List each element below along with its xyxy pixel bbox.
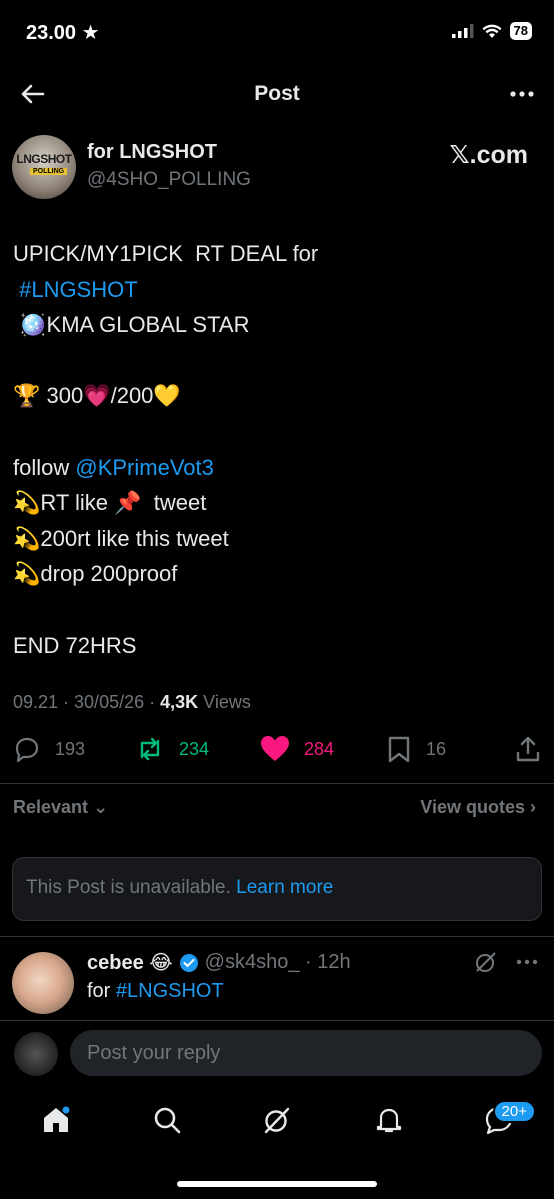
post-text: UPICK/MY1PICK RT DEAL for #LNGSHOT 🪩KMA … <box>13 236 318 663</box>
mention-link[interactable]: @KPrimeVot3 <box>75 455 214 480</box>
grok-icon[interactable] <box>262 1105 292 1135</box>
views-label: Views <box>198 692 251 712</box>
views-count: 4,3K <box>160 692 199 712</box>
view-quotes-label: View quotes <box>420 797 525 817</box>
post-actions: 193 234 284 16 <box>13 735 541 765</box>
author-avatar[interactable]: LNGSHOT POLLING <box>12 135 76 199</box>
post-meta: 09.21 · 30/05/26 · 4,3K Views <box>13 692 251 713</box>
share-button[interactable] <box>515 735 541 763</box>
share-icon <box>516 736 540 762</box>
grok-icon[interactable] <box>474 950 498 974</box>
reply-author-name[interactable]: cebee 😂 <box>87 950 173 975</box>
star-icon: ★ <box>81 22 100 44</box>
author-handle[interactable]: @4SHO_POLLING <box>87 169 251 191</box>
unavailable-text: This Post is unavailable. <box>26 877 237 898</box>
post-line: 💫200rt like this tweet <box>13 525 229 551</box>
reply-input-placeholder: Post your reply <box>87 1042 221 1064</box>
post-line: END 72HRS <box>13 632 137 658</box>
reply-text: for #LNGSHOT <box>87 980 224 1002</box>
post-line: UPICK/MY1PICK RT DEAL for <box>13 241 319 266</box>
battery-indicator: 78 <box>509 22 532 40</box>
post-line: 💫RT like 📌 tweet <box>13 490 207 516</box>
notifications-bell-icon[interactable] <box>374 1105 404 1135</box>
chevron-down-icon: ⌄ <box>93 797 109 817</box>
home-indicator <box>177 1181 377 1187</box>
post-line: 💫drop 200proof <box>13 561 178 587</box>
reply-tools <box>474 950 538 974</box>
hashtag-link[interactable]: #LNGSHOT <box>19 277 138 302</box>
reply-input[interactable]: Post your reply <box>70 1030 542 1076</box>
sort-dropdown[interactable]: Relevant ⌄ <box>13 797 108 818</box>
more-options-icon[interactable] <box>516 959 538 965</box>
bookmark-button[interactable]: 16 <box>386 735 446 763</box>
reply-handle-time: @sk4sho_ · 12h <box>204 951 351 973</box>
repost-icon <box>140 737 160 761</box>
source-label[interactable]: 𝕏.com <box>450 140 529 170</box>
like-count: 284 <box>304 738 335 759</box>
avatar-logo-text: LNGSHOT <box>16 152 72 166</box>
reply-header: cebee 😂 @sk4sho_ · 12h <box>87 950 351 975</box>
reply-icon <box>15 737 39 763</box>
reply-count: 193 <box>55 738 86 759</box>
avatar-logo-sub: POLLING <box>30 168 68 175</box>
user-avatar[interactable] <box>14 1032 58 1076</box>
bookmark-count: 16 <box>426 738 447 759</box>
repost-button[interactable]: 234 <box>135 735 209 763</box>
signal-icon <box>451 24 474 38</box>
like-button[interactable]: 284 <box>260 735 334 763</box>
verified-icon <box>179 953 198 972</box>
more-options-icon[interactable] <box>508 82 536 106</box>
sort-label: Relevant <box>13 797 89 817</box>
post-line: 🏆 300💗/200💛 <box>13 383 181 409</box>
wifi-icon <box>482 24 502 38</box>
chevron-right-icon: › <box>530 797 536 817</box>
learn-more-link[interactable]: Learn more <box>236 877 333 898</box>
timestamp: 09.21 · 30/05/26 · <box>13 692 161 712</box>
hashtag-link[interactable]: #LNGSHOT <box>116 980 224 1002</box>
search-icon[interactable] <box>152 1105 182 1135</box>
author-name[interactable]: for LNGSHOT <box>87 141 217 164</box>
page-title: Post <box>254 82 300 105</box>
heart-icon <box>261 736 289 761</box>
divider <box>0 783 554 784</box>
reply-button[interactable]: 193 <box>13 735 85 763</box>
messages-badge: 20+ <box>492 1100 536 1123</box>
bookmark-icon <box>388 736 410 763</box>
unavailable-notice: This Post is unavailable. Learn more <box>12 857 542 921</box>
status-time: 23.00 ★ <box>26 22 100 44</box>
view-quotes-link[interactable]: View quotes › <box>420 797 536 818</box>
divider <box>0 936 554 937</box>
repost-count: 234 <box>179 738 210 759</box>
status-indicators: 78 <box>451 22 532 40</box>
home-icon[interactable] <box>41 1105 71 1135</box>
post-line-prefix: follow <box>13 454 76 480</box>
reply-avatar[interactable] <box>12 952 74 1014</box>
post-line: 🪩KMA GLOBAL STAR <box>19 312 250 338</box>
